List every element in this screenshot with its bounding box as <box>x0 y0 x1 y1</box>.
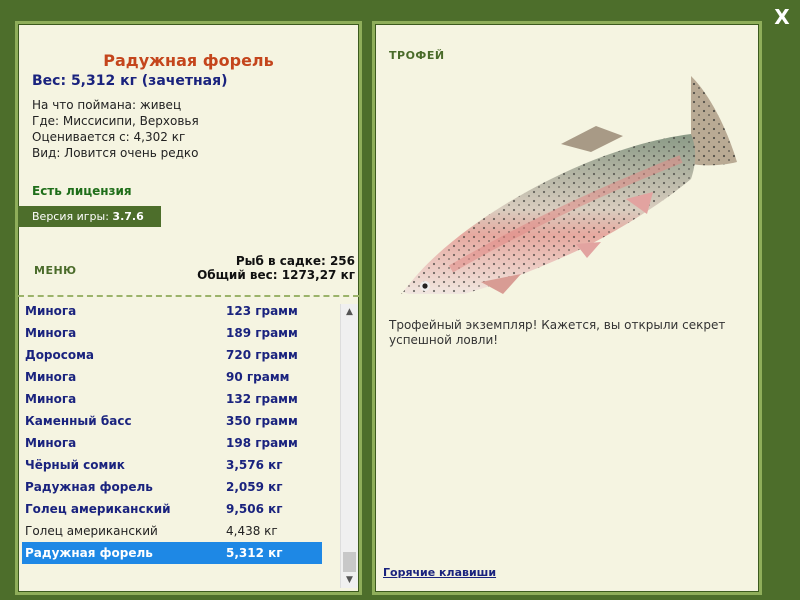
catch-title: Радужная форель <box>103 51 274 70</box>
list-item[interactable]: Минога 123 грамм <box>22 300 322 322</box>
rainbow-trout-image <box>401 76 737 294</box>
trophy-text: Трофейный экземпляр! Кажется, вы открыли… <box>389 318 726 347</box>
version-value: 3.7.6 <box>112 210 144 223</box>
list-item[interactable]: Минога 198 грамм <box>22 432 322 454</box>
fish-weight: 189 грамм <box>226 326 298 340</box>
catch-location: Где: Миссисипи, Верховья <box>32 114 199 128</box>
fish-name: Доросома <box>25 348 95 362</box>
list-item[interactable]: Каменный басс 350 грамм <box>22 410 322 432</box>
list-item[interactable]: Радужная форель 2,059 кг <box>22 476 322 498</box>
fish-weight: 198 грамм <box>226 436 298 450</box>
fish-list: Минога 123 грамм Минога 189 грамм Доросома 72… <box>18 300 338 590</box>
fish-weight: 5,312 кг <box>226 546 283 560</box>
fish-weight: 350 грамм <box>226 414 298 428</box>
fish-weight: 4,438 кг <box>226 524 278 538</box>
fish-name: Голец американский <box>25 524 158 538</box>
list-item[interactable]: Радужная форель 5,312 кг <box>22 542 322 564</box>
license-status: Есть лицензия <box>32 184 132 198</box>
scroll-down-icon[interactable]: ▼ <box>341 572 358 588</box>
fish-count: Рыб в садке: 256 <box>235 254 355 268</box>
keepnet-stats: Рыб в садке: 256 Общий вес: 1273,27 кг <box>197 254 355 282</box>
fish-name: Голец американский <box>25 502 171 516</box>
version-label: Версия игры: <box>32 210 109 223</box>
fish-weight: 720 грамм <box>226 348 298 362</box>
fish-weight: 90 грамм <box>226 370 290 384</box>
catch-rarity: Вид: Ловится очень редко <box>32 146 199 160</box>
fish-name: Минога <box>25 392 77 406</box>
game-window: X Радужная форель Вес: 5,312 кг (зачетна… <box>0 0 800 600</box>
catch-panel: Радужная форель Вес: 5,312 кг (зачетная)… <box>15 21 362 595</box>
total-weight: Общий вес: 1273,27 кг <box>197 268 355 282</box>
scroll-up-icon[interactable]: ▲ <box>341 304 358 320</box>
list-item[interactable]: Голец американский 9,506 кг <box>22 498 322 520</box>
menu-button[interactable]: МЕНЮ <box>34 264 77 277</box>
list-item[interactable]: Голец американский 4,438 кг <box>22 520 322 542</box>
fish-weight: 123 грамм <box>226 304 298 318</box>
catch-rated-from: Оценивается с: 4,302 кг <box>32 130 186 144</box>
hotkeys-link[interactable]: Горячие клавиши <box>383 566 496 579</box>
fish-weight: 132 грамм <box>226 392 298 406</box>
fish-name: Радужная форель <box>25 546 153 560</box>
fish-name: Минога <box>25 370 77 384</box>
fish-weight: 2,059 кг <box>226 480 283 494</box>
close-button[interactable]: X <box>771 6 793 28</box>
fish-name: Минога <box>25 304 77 318</box>
fish-name: Каменный басс <box>25 414 132 428</box>
fish-name: Радужная форель <box>25 480 153 494</box>
catch-bait: На что поймана: живец <box>32 98 182 112</box>
fish-name: Минога <box>25 326 77 340</box>
fish-weight: 3,576 кг <box>226 458 283 472</box>
list-item[interactable]: Минога 132 грамм <box>22 388 322 410</box>
list-item[interactable]: Доросома 720 грамм <box>22 344 322 366</box>
list-scrollbar[interactable]: ▲ ▼ <box>340 304 358 588</box>
fish-name: Чёрный сомик <box>25 458 125 472</box>
version-bar: Версия игры: 3.7.6 <box>18 206 161 227</box>
list-item[interactable]: Минога 189 грамм <box>22 322 322 344</box>
catch-weight: Вес: 5,312 кг (зачетная) <box>32 73 228 89</box>
list-item[interactable]: Чёрный сомик 3,576 кг <box>22 454 322 476</box>
divider <box>18 295 359 297</box>
scroll-thumb[interactable] <box>343 552 356 572</box>
list-item[interactable]: Минога 90 грамм <box>22 366 322 388</box>
fish-weight: 9,506 кг <box>226 502 283 516</box>
fish-name: Минога <box>25 436 77 450</box>
trophy-panel: ТРОФЕЙ Трофейный экземпляр! Кажется, вы … <box>372 21 762 595</box>
